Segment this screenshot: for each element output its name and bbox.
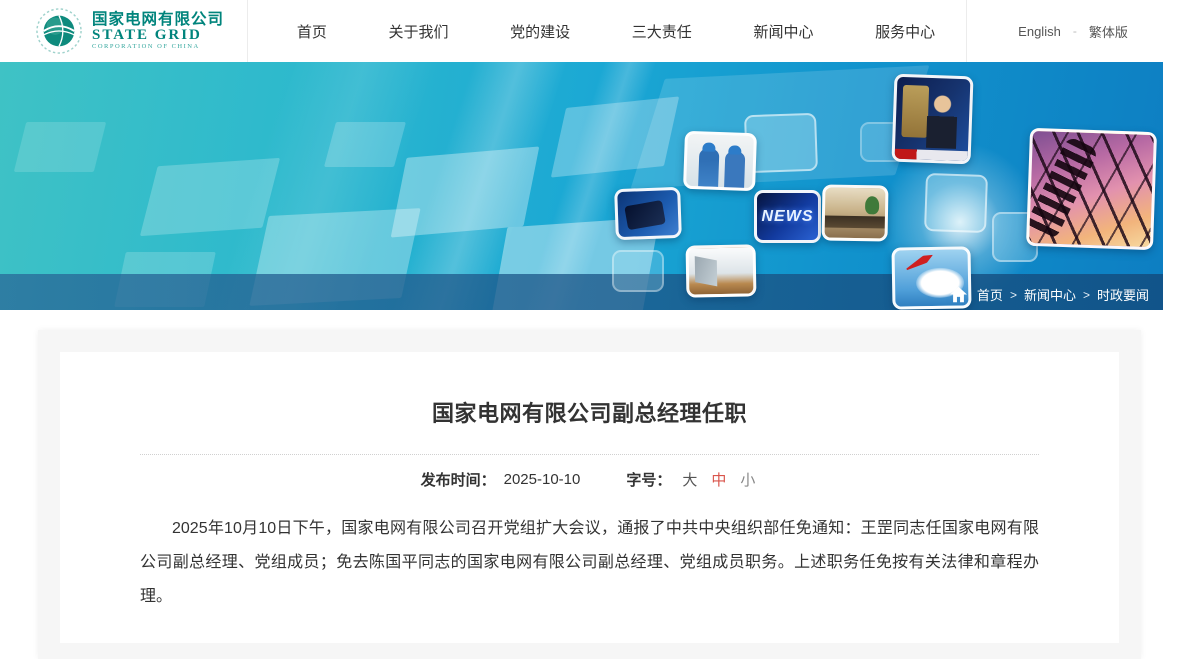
logo-cn-name: 国家电网有限公司 — [92, 12, 224, 28]
mosaic-tile — [140, 158, 280, 236]
light-ray — [198, 62, 442, 310]
mosaic-tile — [551, 96, 679, 177]
hero-banner: NEWS 首页 > 新闻中心 > 时政要闻 — [0, 62, 1163, 310]
article-title: 国家电网有限公司副总经理任职 — [140, 396, 1039, 428]
nav-item-party-building[interactable]: 党的建设 — [510, 21, 570, 42]
lang-english-link[interactable]: English — [1018, 24, 1061, 39]
nav-item-home[interactable]: 首页 — [297, 21, 327, 42]
article-container: 国家电网有限公司副总经理任职 发布时间： 2025-10-10 字号： 大 中 … — [38, 330, 1141, 659]
mosaic-tile — [391, 146, 540, 237]
font-size-medium-button[interactable]: 中 — [711, 469, 726, 490]
light-ray — [370, 62, 579, 310]
publish-time-label: 发布时间： — [421, 469, 496, 490]
header-divider-left — [247, 0, 248, 62]
logo-en-subtitle: CORPORATION OF CHINA — [92, 44, 224, 51]
article-card: 国家电网有限公司副总经理任职 发布时间： 2025-10-10 字号： 大 中 … — [60, 352, 1119, 643]
photo-tile-news-graphic: NEWS — [754, 190, 821, 243]
home-icon[interactable] — [949, 286, 968, 303]
glass-tile — [924, 173, 988, 233]
site-header: 国家电网有限公司 STATE GRID CORPORATION OF CHINA… — [0, 0, 1179, 62]
font-size-large-button[interactable]: 大 — [682, 469, 697, 490]
lang-traditional-link[interactable]: 繁体版 — [1089, 22, 1128, 41]
mosaic-tile — [324, 122, 406, 167]
dotted-divider — [140, 454, 1039, 455]
nav-item-responsibilities[interactable]: 三大责任 — [632, 21, 692, 42]
publish-date: 2025-10-10 — [504, 471, 581, 488]
main-nav: 首页 关于我们 党的建设 三大责任 新闻中心 服务中心 — [266, 0, 966, 62]
breadcrumb-separator: > — [1010, 288, 1017, 302]
logo-text: 国家电网有限公司 STATE GRID CORPORATION OF CHINA — [92, 12, 224, 51]
lang-divider: - — [1073, 24, 1077, 38]
glass-tile — [612, 250, 664, 292]
photo-tile-workers — [683, 131, 757, 191]
mosaic-tile — [14, 122, 106, 172]
breadcrumb-separator: > — [1083, 288, 1090, 302]
article-meta: 发布时间： 2025-10-10 字号： 大 中 小 — [140, 469, 1039, 490]
photo-tile-camera — [614, 187, 682, 240]
photo-tile-power-lines — [1026, 128, 1157, 250]
nav-item-news-center[interactable]: 新闻中心 — [753, 21, 813, 42]
photo-tile-meeting — [822, 184, 889, 241]
photo-tile-tv-anchor — [891, 74, 973, 165]
language-switcher: English - 繁体版 — [967, 0, 1179, 62]
nav-item-about[interactable]: 关于我们 — [388, 21, 448, 42]
logo-en-name: STATE GRID — [92, 28, 224, 44]
breadcrumb-current-politics[interactable]: 时政要闻 — [1097, 285, 1149, 304]
font-size-label: 字号： — [626, 469, 671, 490]
nav-item-service-center[interactable]: 服务中心 — [875, 21, 935, 42]
news-tile-label: NEWS — [762, 208, 814, 226]
breadcrumb-home[interactable]: 首页 — [977, 285, 1003, 304]
font-size-small-button[interactable]: 小 — [740, 469, 755, 490]
breadcrumb-news-center[interactable]: 新闻中心 — [1024, 285, 1076, 304]
breadcrumb: 首页 > 新闻中心 > 时政要闻 — [949, 285, 1149, 304]
state-grid-globe-icon — [36, 8, 82, 54]
photo-tile-exhibition-hall — [686, 244, 757, 297]
article-body: 2025年10月10日下午，国家电网有限公司召开党组扩大会议，通报了中共中央组织… — [140, 512, 1039, 614]
logo[interactable]: 国家电网有限公司 STATE GRID CORPORATION OF CHINA — [0, 0, 247, 62]
